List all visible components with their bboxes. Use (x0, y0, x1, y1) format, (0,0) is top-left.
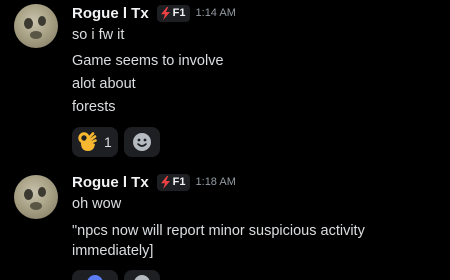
message-text: oh wow (72, 196, 122, 212)
reaction-count: 1 (104, 134, 112, 150)
message-header: Rogue l Tx F1 1:18 AM (72, 172, 236, 192)
reaction-bar: 1 (72, 127, 160, 157)
chat-message-list: Rogue l Tx F1 1:14 AM so i fw it Game se… (0, 0, 450, 280)
message-text: forests (72, 99, 116, 115)
server-tag-label: F1 (172, 176, 186, 188)
user-avatar[interactable] (14, 4, 58, 48)
emoji-partial-icon (87, 275, 103, 280)
message-header: Rogue l Tx F1 1:14 AM (72, 3, 236, 23)
add-reaction-button[interactable] (124, 127, 160, 157)
avatar-detail (24, 18, 33, 29)
message-text: so i fw it (72, 27, 125, 43)
server-tag[interactable]: F1 (156, 173, 190, 191)
message-timestamp[interactable]: 1:14 AM (196, 7, 236, 19)
message-text: alot about (72, 76, 136, 92)
avatar-detail (38, 187, 46, 197)
user-avatar[interactable] (14, 175, 58, 219)
reaction-ok-hand[interactable]: 1 (72, 127, 118, 157)
avatar-detail (24, 189, 33, 200)
add-reaction-icon (133, 133, 151, 151)
message-text: Game seems to involve (72, 53, 224, 69)
server-tag-label: F1 (172, 7, 186, 19)
message-text: "npcs now will report minor suspicious a… (72, 223, 365, 239)
message-text: immediately] (72, 243, 154, 259)
username[interactable]: Rogue l Tx (72, 174, 149, 191)
username[interactable]: Rogue l Tx (72, 5, 149, 22)
ok-hand-emoji (78, 132, 97, 151)
lightning-bolt-icon (160, 175, 170, 189)
reaction-partial[interactable] (72, 270, 118, 280)
message-timestamp[interactable]: 1:18 AM (196, 176, 236, 188)
add-reaction-icon (134, 275, 150, 280)
avatar-detail (38, 16, 46, 26)
avatar-detail (30, 202, 42, 210)
avatar-detail (30, 31, 42, 39)
server-tag[interactable]: F1 (156, 4, 190, 22)
add-reaction-button-partial[interactable] (124, 270, 160, 280)
lightning-bolt-icon (160, 6, 170, 20)
